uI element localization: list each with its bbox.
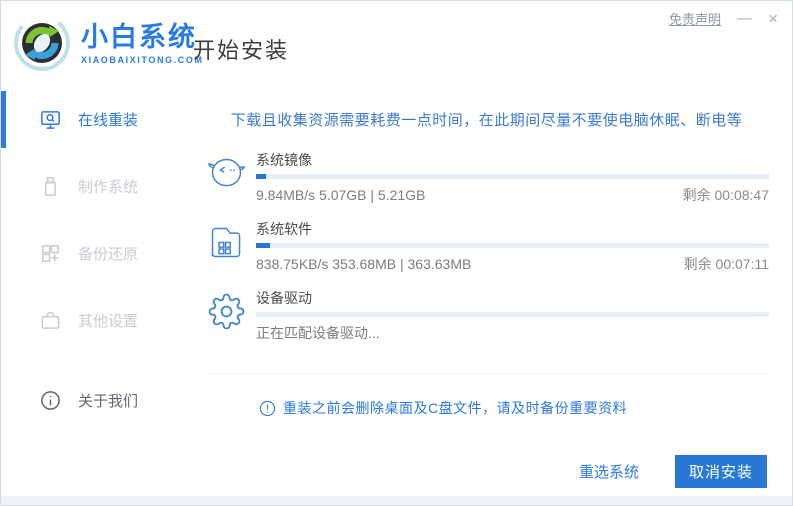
- app-window: 小白系统 XIAOBAIXITONG.COM 开始安装 免责声明 — × 在线重…: [0, 0, 793, 506]
- sidebar-item-label: 备份还原: [78, 246, 139, 263]
- sidebar-item-about-us[interactable]: 关于我们: [1, 372, 181, 429]
- folder-apps-icon: [206, 222, 247, 263]
- footer-actions: 重选系统 取消安装: [579, 455, 767, 488]
- cancel-install-button[interactable]: 取消安装: [675, 455, 767, 488]
- sidebar-item-online-reinstall[interactable]: 在线重装: [1, 91, 181, 148]
- task-progressbar: [256, 174, 769, 179]
- task-speed: 9.84MB/s 5.07GB | 5.21GB: [256, 187, 426, 203]
- task-progressbar: [256, 243, 769, 248]
- logo-subtitle: XIAOBAIXITONG.COM: [81, 54, 204, 65]
- logo-title: 小白系统: [81, 21, 197, 52]
- task-remaining: 剩余 00:07:11: [683, 256, 769, 272]
- usb-drive-icon: [39, 175, 62, 198]
- sidebar: 在线重装 制作系统 备份还原 其他设置 关于我们: [1, 91, 181, 496]
- briefcase-icon: [39, 309, 62, 332]
- backup-warning: 重装之前会删除桌面及C盘文件，请及时备份重要资料: [206, 373, 769, 418]
- sidebar-item-backup-restore[interactable]: 备份还原: [1, 225, 181, 282]
- task-progress-fill: [256, 243, 270, 248]
- info-circle-icon: [39, 389, 62, 412]
- header: 小白系统 XIAOBAIXITONG.COM 开始安装 免责声明 — ×: [1, 1, 792, 91]
- task-progress-fill: [256, 174, 267, 179]
- task-row-system-software: 系统软件 838.75KB/s 353.68MB | 363.63MB 剩余 0…: [206, 221, 769, 274]
- task-row-device-driver: 设备驱动 正在匹配设备驱动...: [206, 290, 769, 343]
- sidebar-item-make-system[interactable]: 制作系统: [1, 158, 181, 215]
- page-title: 开始安装: [193, 38, 290, 63]
- backup-grid-icon: [39, 242, 62, 265]
- overall-progress-track: [1, 496, 792, 505]
- task-remaining: 剩余 00:08:47: [682, 187, 769, 203]
- gear-icon: [206, 291, 247, 332]
- download-notice: 下载且收集资源需要耗费一点时间，在此期间尽量不要使电脑休眠、断电等: [230, 112, 743, 129]
- disclaimer-link[interactable]: 免责声明: [669, 9, 721, 28]
- task-progressbar: [256, 312, 769, 317]
- backup-warning-text: 重装之前会删除桌面及C盘文件，请及时备份重要资料: [283, 400, 628, 416]
- close-button[interactable]: ×: [768, 10, 778, 27]
- xiaobai-logo-icon: [14, 15, 70, 71]
- main-content: 下载且收集资源需要耗费一点时间，在此期间尽量不要使电脑休眠、断电等 系统镜像 9…: [181, 91, 792, 496]
- task-status: 正在匹配设备驱动...: [256, 325, 380, 341]
- sidebar-item-label: 其他设置: [78, 313, 139, 330]
- task-list: 系统镜像 9.84MB/s 5.07GB | 5.21GB 剩余 00:08:4…: [181, 152, 792, 343]
- reselect-system-link[interactable]: 重选系统: [579, 461, 639, 482]
- sidebar-item-label: 在线重装: [78, 112, 139, 129]
- task-name: 系统镜像: [256, 152, 312, 168]
- task-row-system-image: 系统镜像 9.84MB/s 5.07GB | 5.21GB 剩余 00:08:4…: [206, 152, 769, 205]
- mascot-face-icon: [206, 153, 247, 194]
- minimize-button[interactable]: —: [737, 11, 752, 26]
- sidebar-item-label: 制作系统: [78, 179, 139, 196]
- sidebar-item-other-settings[interactable]: 其他设置: [1, 292, 181, 349]
- sidebar-item-label: 关于我们: [78, 393, 139, 410]
- task-name: 系统软件: [256, 221, 312, 237]
- task-speed: 838.75KB/s 353.68MB | 363.63MB: [256, 256, 472, 272]
- monitor-reinstall-icon: [39, 108, 62, 131]
- task-name: 设备驱动: [256, 290, 312, 306]
- exclamation-circle-icon: [259, 400, 276, 416]
- logo: 小白系统 XIAOBAIXITONG.COM: [13, 14, 204, 72]
